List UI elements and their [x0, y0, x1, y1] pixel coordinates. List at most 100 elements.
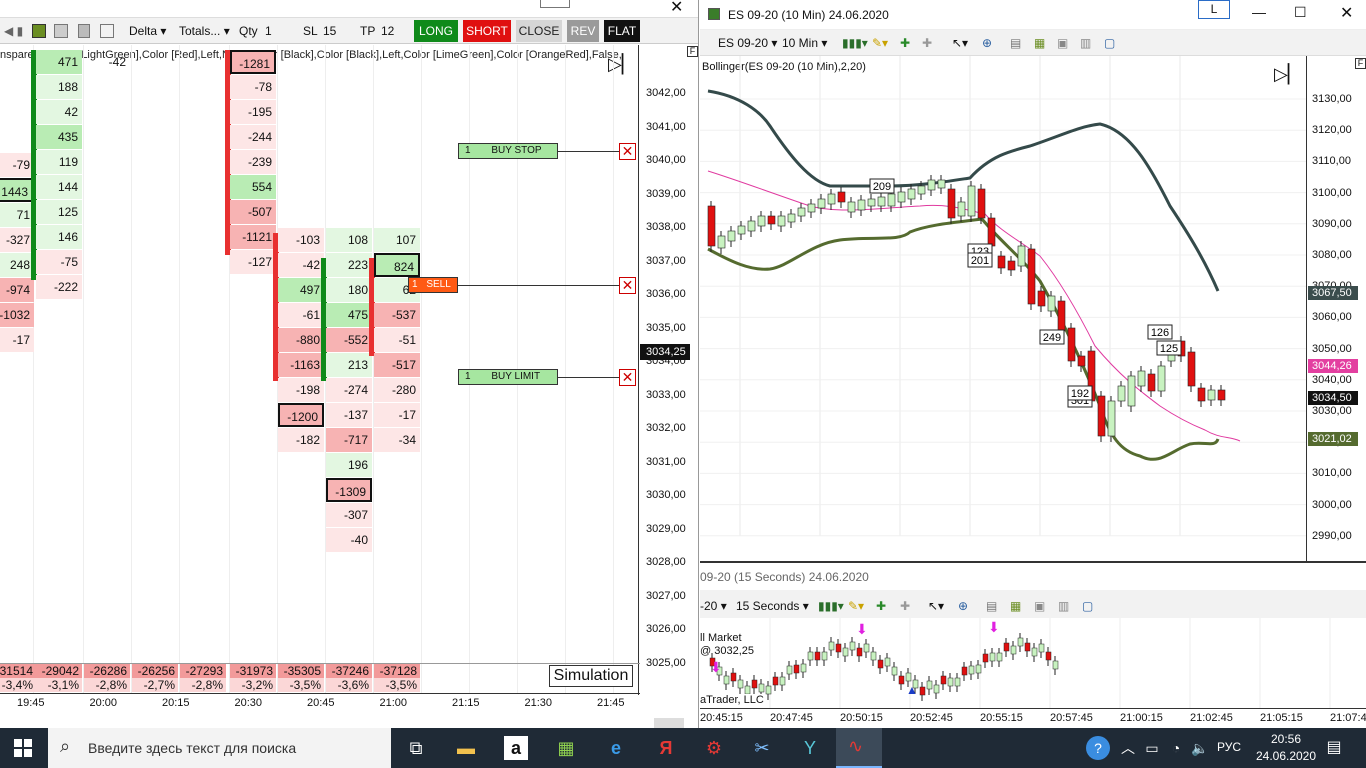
- zoom-icon[interactable]: ⊕: [982, 33, 992, 53]
- layout-icon[interactable]: ▤: [986, 596, 997, 616]
- candlestick-chart[interactable]: 209123201249 126125301192: [700, 56, 1366, 561]
- buy-limit-order[interactable]: 1 BUY LIMIT: [458, 369, 558, 385]
- totals-cell: -35305: [278, 664, 324, 678]
- properties-icon[interactable]: ▥: [1058, 596, 1069, 616]
- amazon-icon[interactable]: a: [504, 736, 528, 760]
- long-button[interactable]: LONG: [414, 20, 458, 42]
- add-indicator-icon[interactable]: ✚: [900, 33, 910, 53]
- lower-instrument-dropdown[interactable]: -20 ▾: [700, 596, 727, 616]
- candle: [1031, 647, 1038, 657]
- search-icon: ⌕: [60, 736, 71, 756]
- price-axis-label: 3032,00: [646, 422, 686, 434]
- price-axis-label: 3039,00: [646, 187, 686, 200]
- add-indicator-icon[interactable]: ✚: [876, 596, 886, 616]
- windows-start-icon[interactable]: [14, 739, 32, 757]
- snipping-tool-icon[interactable]: ✂: [750, 736, 774, 760]
- yandex-icon[interactable]: Я: [654, 736, 678, 760]
- buy-stop-order[interactable]: 1 BUY STOP: [458, 143, 558, 159]
- footprint-cell: -17: [0, 328, 34, 352]
- file-explorer-icon[interactable]: ▬: [454, 736, 478, 760]
- interval-dropdown[interactable]: 10 Min ▾: [782, 33, 827, 53]
- ninjatrader-taskbar-button[interactable]: ∿: [836, 728, 882, 768]
- right-toolbar: ES 09-20 ▾ 10 Min ▾ ▮▮▮▾ ✎▾ ✚ ✚ ↖▾ ⊕ ▤ ▦…: [700, 30, 1366, 56]
- cancel-buy-limit-icon[interactable]: ✕: [619, 369, 636, 386]
- layout-icon[interactable]: ▤: [1010, 33, 1021, 53]
- totals-dropdown[interactable]: Totals... ▾: [179, 21, 230, 41]
- candle: [977, 188, 986, 219]
- clock-time[interactable]: 20:56: [1258, 732, 1314, 746]
- sl-input[interactable]: 15: [323, 21, 336, 41]
- price-tag: 3044,26: [1308, 359, 1358, 373]
- candle: [1038, 643, 1045, 653]
- cancel-buy-stop-icon[interactable]: ✕: [619, 143, 636, 160]
- footprint-cell: -717: [326, 428, 372, 452]
- footprint-cell: 248: [0, 253, 34, 277]
- chart-style-icon[interactable]: ▮▮▮▾: [818, 596, 844, 616]
- chart-style-icon[interactable]: ▮▮▮▾: [842, 33, 868, 53]
- data-box-icon[interactable]: ▢: [1104, 33, 1115, 53]
- instrument-dropdown[interactable]: ES 09-20 ▾: [718, 33, 777, 53]
- remove-indicator-icon[interactable]: ✚: [900, 596, 910, 616]
- security-icon[interactable]: ⚙: [702, 736, 726, 760]
- minimize-icon[interactable]: —: [1252, 4, 1266, 20]
- close-icon[interactable]: ✕: [1340, 3, 1353, 23]
- language-indicator[interactable]: РУС: [1217, 740, 1241, 754]
- time-axis-label: 20:57:45: [1050, 712, 1093, 724]
- flat-button[interactable]: FLAT: [604, 20, 640, 42]
- battery-icon[interactable]: ▭: [1140, 736, 1164, 760]
- chart-trader-icon[interactable]: ▦: [1034, 33, 1045, 53]
- store-icon[interactable]: ▦: [554, 736, 578, 760]
- task-view-icon[interactable]: ⧉: [404, 736, 428, 760]
- draw-tool-icon[interactable]: ✎▾: [872, 33, 888, 53]
- properties-icon[interactable]: ▥: [1080, 33, 1091, 53]
- footprint-cell: 497: [278, 278, 324, 302]
- template-icon[interactable]: ▣: [1057, 33, 1068, 53]
- rev-button[interactable]: REV: [567, 20, 599, 42]
- notifications-icon[interactable]: ▤: [1322, 736, 1346, 760]
- maximize-icon[interactable]: ☐: [1294, 4, 1307, 21]
- time-axis-label: 20:50:15: [840, 712, 883, 724]
- percent-cell: -3,2%: [230, 678, 276, 692]
- help-icon[interactable]: ?: [1086, 736, 1110, 760]
- properties-icon[interactable]: [78, 24, 90, 38]
- candle: [1197, 387, 1206, 402]
- grid-line: [565, 45, 566, 693]
- chart-trader-icon[interactable]: ▦: [1010, 596, 1021, 616]
- lower-candlestick-chart[interactable]: ⬇ ⬇ ⬇ ▲: [700, 618, 1366, 710]
- chevron-up-icon[interactable]: ︿: [1116, 736, 1140, 760]
- qty-input[interactable]: 1: [265, 21, 272, 41]
- mode-dropdown[interactable]: Delta ▾: [129, 21, 166, 41]
- buy-stop-label: BUY STOP: [491, 145, 542, 156]
- wifi-icon[interactable]: ◔: [1164, 736, 1188, 760]
- scrollbar[interactable]: [654, 718, 684, 728]
- close-icon[interactable]: ✕: [670, 0, 684, 17]
- app-icon[interactable]: Y: [798, 736, 822, 760]
- cancel-sell-icon[interactable]: ✕: [619, 277, 636, 294]
- close-button[interactable]: CLOSE: [516, 20, 562, 42]
- zoom-icon[interactable]: ⊕: [958, 596, 968, 616]
- chart-style-icon[interactable]: [32, 24, 46, 38]
- bar-label: 201: [967, 252, 993, 268]
- footprint-cell: -517: [374, 353, 420, 377]
- volume-icon[interactable]: 🔈: [1188, 736, 1212, 760]
- pointer-icon[interactable]: ↖▾: [952, 33, 968, 53]
- tp-input[interactable]: 12: [381, 21, 394, 41]
- template-icon[interactable]: ▣: [1034, 596, 1045, 616]
- left-title-button[interactable]: [540, 0, 570, 8]
- edge-icon[interactable]: e: [604, 736, 628, 760]
- sell-order[interactable]: 1 SELL: [408, 277, 458, 293]
- search-box[interactable]: ⌕ Введите здесь текст для поиска: [48, 728, 391, 768]
- lower-interval-dropdown[interactable]: 15 Seconds ▾: [736, 596, 809, 616]
- f-marker[interactable]: F: [687, 46, 698, 57]
- pointer-icon[interactable]: ↖▾: [928, 596, 944, 616]
- l-button[interactable]: L: [1198, 0, 1230, 19]
- candle: [827, 193, 836, 205]
- draw-tool-icon[interactable]: ✎▾: [848, 596, 864, 616]
- short-button[interactable]: SHORT: [463, 20, 511, 42]
- remove-indicator-icon[interactable]: ✚: [922, 33, 932, 53]
- data-box-icon[interactable]: [100, 24, 114, 38]
- data-box-icon[interactable]: ▢: [1082, 596, 1093, 616]
- clock-date[interactable]: 24.06.2020: [1252, 749, 1320, 763]
- template-icon[interactable]: [54, 24, 68, 38]
- nav-left-icon[interactable]: ◀ ▮: [4, 21, 23, 41]
